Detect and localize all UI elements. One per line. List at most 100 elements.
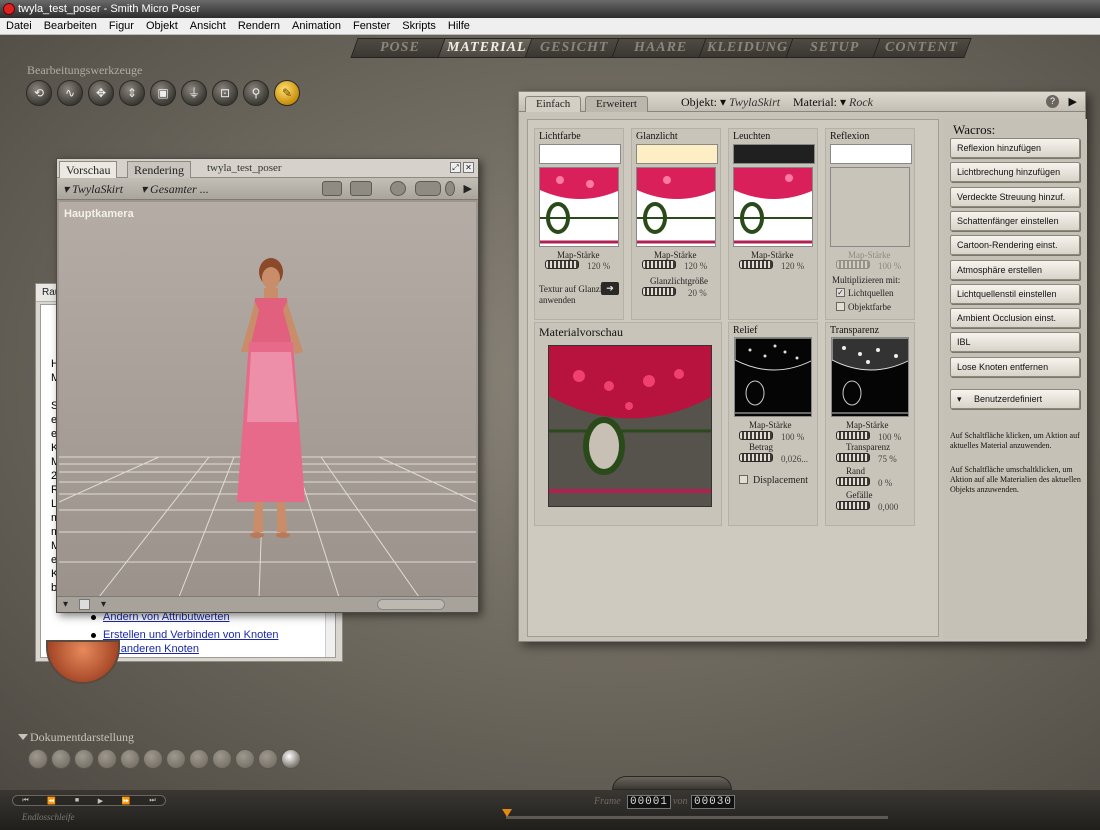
edge-dial[interactable] xyxy=(836,477,870,486)
menu-ansicht[interactable]: Ansicht xyxy=(184,18,232,35)
displacement-checkbox[interactable] xyxy=(739,475,748,484)
wacro-cartoon-button[interactable]: Cartoon-Rendering einst. xyxy=(950,235,1080,255)
translate-icon[interactable]: ✥ xyxy=(88,80,114,106)
map-strength-dial[interactable] xyxy=(642,260,676,269)
first-frame-icon[interactable]: ⏮ xyxy=(22,797,28,805)
display-style-outline-icon[interactable] xyxy=(51,749,71,769)
play-icon[interactable]: ▶ xyxy=(98,797,103,805)
display-style-lit-wireframe-icon[interactable] xyxy=(120,749,140,769)
color-dropper-icon[interactable]: ✎ xyxy=(274,80,300,106)
menu-animation[interactable]: Animation xyxy=(286,18,347,35)
wacro-schattenfaenger-button[interactable]: Schattenfänger einstellen xyxy=(950,211,1080,231)
box-icon[interactable] xyxy=(79,599,90,610)
texture-thumbnail-empty[interactable] xyxy=(830,167,910,247)
falloff-dial[interactable] xyxy=(836,501,870,510)
display-style-smooth-shaded-icon[interactable] xyxy=(235,749,255,769)
tab-vorschau[interactable]: Vorschau xyxy=(59,161,118,178)
display-style-flat-lined-icon[interactable] xyxy=(166,749,186,769)
wacro-streuung-button[interactable]: Verdeckte Streuung hinzuf. xyxy=(950,187,1080,207)
custom-wacros-button[interactable]: ▾ Benutzerdefiniert xyxy=(950,389,1080,409)
wacro-reflexion-button[interactable]: Reflexion hinzufügen xyxy=(950,138,1080,158)
texture-thumbnail[interactable] xyxy=(539,167,619,247)
camera-trackball-icon[interactable] xyxy=(377,599,445,610)
camera-select-icon[interactable] xyxy=(350,181,372,196)
display-menu-arrow-icon[interactable]: ▾ xyxy=(63,599,68,610)
wacro-lose-knoten-button[interactable]: Lose Knoten entfernen xyxy=(950,357,1080,377)
wacro-ambient-occlusion-button[interactable]: Ambient Occlusion einst. xyxy=(950,308,1080,328)
map-strength-dial[interactable] xyxy=(739,431,773,440)
menu-rendern[interactable]: Rendern xyxy=(232,18,286,35)
objektfarbe-checkbox[interactable] xyxy=(836,302,845,311)
menu-figur[interactable]: Figur xyxy=(103,18,140,35)
amount-dial[interactable] xyxy=(739,453,773,462)
prev-key-icon[interactable]: ⏪ xyxy=(47,797,56,805)
object-selector[interactable]: Objekt: ▾ TwylaSkirt xyxy=(681,95,780,110)
display-style-wireframe-icon[interactable] xyxy=(74,749,94,769)
rotate-icon[interactable]: ⟲ xyxy=(26,80,52,106)
tab-erweitert[interactable]: Erweitert xyxy=(585,96,648,112)
twist-icon[interactable]: ∿ xyxy=(57,80,83,106)
next-key-icon[interactable]: ⏩ xyxy=(122,797,131,805)
transparency-dial[interactable] xyxy=(836,453,870,462)
menu-fenster[interactable]: Fenster xyxy=(347,18,396,35)
tab-rendering[interactable]: Rendering xyxy=(127,161,191,178)
color-swatch[interactable] xyxy=(830,144,912,164)
last-frame-icon[interactable]: ⏭ xyxy=(149,797,155,805)
camera-rotate-icon[interactable] xyxy=(390,181,406,196)
display-style-cartoon-lined-icon[interactable] xyxy=(212,749,232,769)
color-swatch[interactable] xyxy=(636,144,718,164)
display-style-smooth-lined-icon[interactable] xyxy=(258,749,278,769)
timeline-track[interactable] xyxy=(506,815,888,819)
tab-einfach[interactable]: Einfach xyxy=(525,96,582,112)
color-swatch[interactable] xyxy=(733,144,815,164)
display-style-texture-shaded-icon[interactable] xyxy=(281,749,301,769)
tab-content[interactable]: CONTENT xyxy=(872,38,972,58)
tab-setup[interactable]: SETUP xyxy=(785,38,885,58)
texture-thumbnail[interactable] xyxy=(733,167,813,247)
texture-thumbnail[interactable] xyxy=(636,167,716,247)
3d-viewport[interactable]: Hauptkamera xyxy=(59,202,476,597)
transparency-map-thumbnail[interactable] xyxy=(831,337,909,417)
map-strength-dial[interactable] xyxy=(545,260,579,269)
loop-label[interactable]: Endlosschleife xyxy=(22,812,75,822)
help-icon[interactable]: ? xyxy=(1046,95,1059,108)
close-icon[interactable]: ✕ xyxy=(463,162,474,173)
current-frame-field[interactable]: 00001 xyxy=(627,795,671,809)
tab-material[interactable]: MATERIAL xyxy=(437,38,537,58)
menu-hilfe[interactable]: Hilfe xyxy=(442,18,476,35)
wacro-lichtquellenstil-button[interactable]: Lichtquellenstil einstellen xyxy=(950,284,1080,304)
menu-datei[interactable]: Datei xyxy=(0,18,38,35)
display-style-flat-shaded-icon[interactable] xyxy=(143,749,163,769)
zoom-icon[interactable]: ⚲ xyxy=(243,80,269,106)
camera-icon[interactable] xyxy=(322,181,342,196)
wacro-ibl-button[interactable]: IBL xyxy=(950,332,1080,352)
material-selector[interactable]: Material: ▾ Rock xyxy=(793,95,873,110)
figure-dropdown[interactable]: ▾ TwylaSkirt xyxy=(63,182,123,197)
animation-tray-handle[interactable] xyxy=(612,776,732,790)
menu-bearbeiten[interactable]: Bearbeiten xyxy=(38,18,103,35)
highlight-size-dial[interactable] xyxy=(642,287,676,296)
wacro-lichtbrechung-button[interactable]: Lichtbrechung hinzufügen xyxy=(950,162,1080,182)
resize-icon[interactable]: ⤢ xyxy=(450,162,461,173)
tab-haare[interactable]: HAARE xyxy=(611,38,711,58)
map-strength-dial[interactable] xyxy=(739,260,773,269)
bump-map-thumbnail[interactable] xyxy=(734,337,812,417)
display-style-hidden-line-icon[interactable] xyxy=(97,749,117,769)
camera-dolly-icon[interactable] xyxy=(445,181,455,196)
tab-gesicht[interactable]: GESICHT xyxy=(524,38,624,58)
tab-kleidung[interactable]: KLEIDUNG xyxy=(698,38,798,58)
timeline-scrubber-icon[interactable] xyxy=(502,809,512,817)
scale-icon[interactable]: ▣ xyxy=(150,80,176,106)
help-link-connect-nodes[interactable]: Erstellen und Verbinden von Knoten mit a… xyxy=(103,629,279,655)
display-style-silhouette-icon[interactable] xyxy=(28,749,48,769)
total-frames-field[interactable]: 00030 xyxy=(691,795,735,809)
lichtquellen-checkbox[interactable]: ✓ xyxy=(836,288,845,297)
preview-menu-arrow-icon[interactable]: ▶ xyxy=(464,182,472,195)
apply-texture-arrow-icon[interactable]: ➔ xyxy=(601,282,619,295)
panel-menu-arrow-icon[interactable]: ▶ xyxy=(1069,95,1077,108)
menu-skripts[interactable]: Skripts xyxy=(396,18,442,35)
display-style-cartoon-icon[interactable] xyxy=(189,749,209,769)
tab-pose[interactable]: POSE xyxy=(350,38,450,58)
map-strength-dial[interactable] xyxy=(836,431,870,440)
camera-move-icon[interactable] xyxy=(415,181,441,196)
